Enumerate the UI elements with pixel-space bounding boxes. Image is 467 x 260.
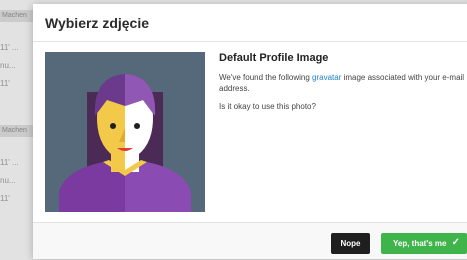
dialog-content: Default Profile Image We've found the fo… [219, 52, 467, 119]
check-icon: ✓ [451, 237, 460, 248]
nope-button[interactable]: Nope [331, 233, 370, 254]
left-eye [110, 123, 116, 129]
gravatar-link[interactable]: gravatar [312, 73, 341, 82]
dialog-title: Wybierz zdjęcie [45, 15, 150, 31]
content-description: We've found the following gravatar image… [219, 72, 467, 94]
dialog-header: Wybierz zdjęcie [33, 4, 467, 42]
confirmation-question: Is it okay to use this photo? [219, 102, 316, 111]
confirm-button[interactable]: Yep, that's me ✓ [381, 233, 467, 254]
default-avatar-illustration [59, 74, 191, 212]
right-eye [134, 123, 140, 129]
content-heading: Default Profile Image [219, 52, 329, 64]
gravatar-image [45, 52, 205, 212]
description-text-start: We've found the following [219, 73, 312, 82]
profile-image-dialog: Wybierz zdjęcie Default Profile Image We… [33, 4, 467, 259]
confirm-button-label: Yep, that's me [393, 239, 447, 248]
dialog-footer: Nope Yep, that's me ✓ [33, 222, 467, 259]
